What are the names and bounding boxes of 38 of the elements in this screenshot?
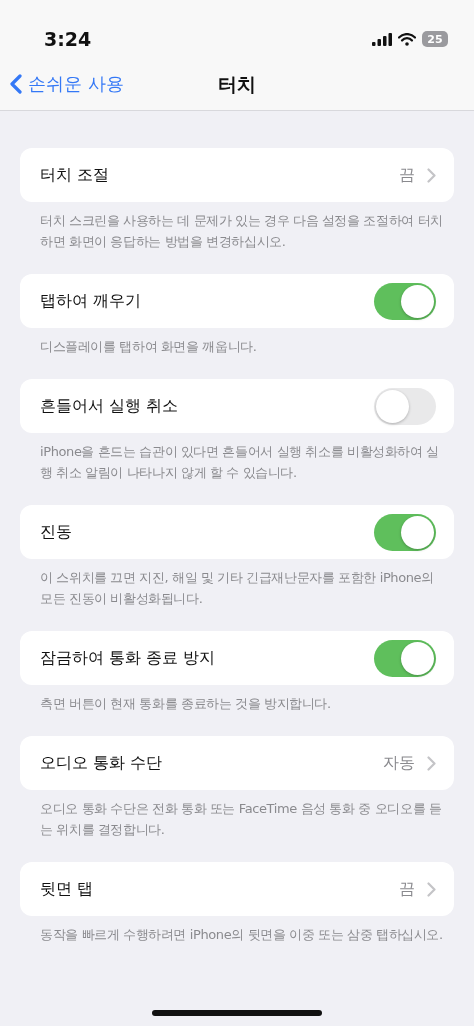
toggle-switch[interactable] (374, 387, 436, 425)
row-value: 끔 (399, 164, 415, 186)
row-value: 끔 (399, 878, 415, 900)
section-footer: 동작을 빠르게 수행하려면 iPhone의 뒷면을 이중 또는 삼중 탭하십시오. (20, 924, 454, 945)
row-value: 자동 (383, 752, 415, 774)
signal-icon (372, 32, 392, 46)
row-label: 오디오 통화 수단 (40, 752, 164, 774)
toggle-switch[interactable] (374, 513, 436, 551)
settings-row[interactable]: 뒷면 탭 끔 (20, 862, 454, 916)
section-footer: 터치 스크린을 사용하는 데 문제가 있는 경우 다음 설정을 조절하여 터치하면 화면이 응답하는 방법을 변경하십시오. (20, 210, 454, 252)
settings-row[interactable]: 터치 조절 끔 (20, 148, 454, 202)
settings-row[interactable]: 흔들어서 실행 취소 (20, 379, 454, 433)
row-label: 탭하여 깨우기 (40, 290, 143, 312)
section-footer: 오디오 통화 수단은 전화 통화 또는 FaceTime 음성 통화 중 오디오를 듣는 위치를 결정합니다. (20, 798, 454, 840)
section-footer: 측면 버튼이 현재 통화를 종료하는 것을 방지합니다. (20, 693, 454, 714)
row-label: 잠금하여 통화 종료 방지 (40, 647, 217, 669)
page-title: 터치 (218, 72, 256, 97)
battery-icon: 25 (422, 31, 448, 47)
section-footer: 디스플레이를 탭하여 화면을 깨웁니다. (20, 336, 454, 357)
row-label: 진동 (40, 521, 73, 543)
settings-row[interactable]: 오디오 통화 수단 자동 (20, 736, 454, 790)
settings-row[interactable]: 잠금하여 통화 종료 방지 (20, 631, 454, 685)
back-chevron-icon (10, 73, 22, 95)
status-time: 3:24 (44, 28, 92, 50)
wifi-icon (398, 32, 416, 46)
chevron-icon (427, 881, 436, 897)
row-label: 터치 조절 (40, 164, 111, 186)
back-button[interactable]: 손쉬운 사용 (10, 72, 124, 96)
settings-row[interactable]: 진동 (20, 505, 454, 559)
chevron-icon (427, 755, 436, 771)
toggle-switch[interactable] (374, 282, 436, 320)
row-label: 뒷면 탭 (40, 878, 95, 900)
row-label: 흔들어서 실행 취소 (40, 395, 180, 417)
section-footer: iPhone을 흔드는 습관이 있다면 흔들어서 실행 취소를 비활성화하여 실행 취소 알림이 나타나지 않게 할 수 있습니다. (20, 441, 454, 483)
section-footer: 이 스위치를 끄면 지진, 해일 및 기타 긴급재난문자를 포함한 iPhone의 모든 진동이 비활성화됩니다. (20, 567, 454, 609)
settings-row[interactable]: 탭하여 깨우기 (20, 274, 454, 328)
chevron-icon (427, 167, 436, 183)
toggle-switch[interactable] (374, 639, 436, 677)
